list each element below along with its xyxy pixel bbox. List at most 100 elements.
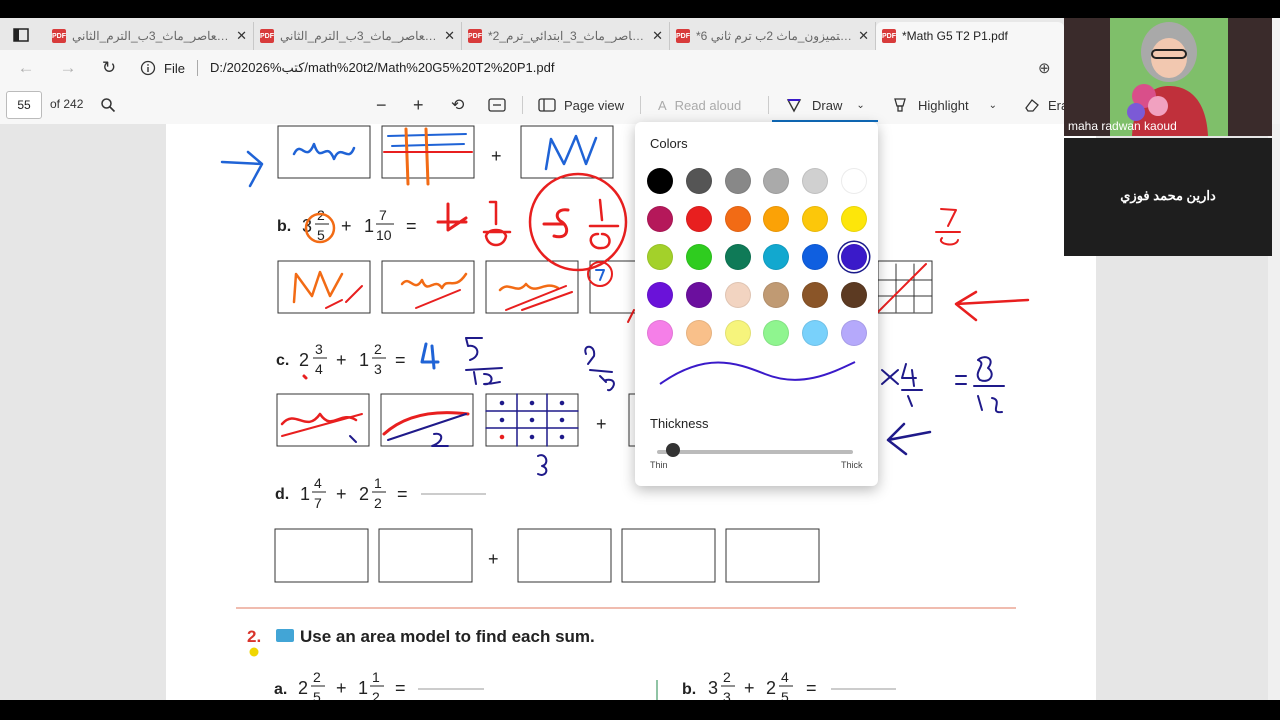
color-swatch[interactable] — [647, 320, 673, 346]
color-swatch[interactable] — [802, 320, 829, 346]
color-swatch[interactable] — [724, 320, 751, 346]
rotate-button[interactable]: ⟲ — [451, 95, 464, 115]
forward-button[interactable]: → — [56, 57, 80, 79]
highlighter-icon — [894, 98, 906, 112]
color-swatch[interactable] — [647, 282, 673, 308]
color-swatch[interactable] — [685, 244, 712, 270]
color-swatch[interactable] — [763, 282, 790, 308]
color-swatch[interactable] — [763, 320, 790, 346]
color-swatch[interactable] — [802, 282, 829, 308]
refresh-button[interactable]: ↻ — [97, 57, 121, 79]
draw-label: Draw — [812, 97, 843, 113]
read-aloud-icon: A — [658, 97, 667, 113]
chevron-down-icon[interactable]: ⌄ — [856, 100, 864, 111]
section-instruction: Use an area model to find each sum. — [300, 627, 595, 646]
equals: = — [806, 678, 817, 698]
color-swatch[interactable] — [840, 206, 867, 232]
page-view-button[interactable]: Page view — [538, 95, 624, 115]
color-swatch[interactable] — [802, 168, 829, 194]
close-icon[interactable]: ✕ — [236, 28, 247, 44]
page-view-icon — [538, 98, 556, 112]
equals: = — [395, 350, 406, 370]
fit-width-button[interactable] — [488, 95, 506, 115]
color-swatch[interactable] — [685, 282, 712, 308]
tab-4[interactable]: PDF *المتميزون_ماث 2ب ترم ثاني 6 ✕ — [670, 22, 876, 50]
color-swatch[interactable] — [840, 282, 867, 308]
color-swatch[interactable] — [763, 206, 790, 232]
zoom-out-button[interactable]: − — [376, 95, 387, 115]
color-swatch[interactable] — [840, 168, 867, 194]
participant-tile-1[interactable]: maha radwan kaoud — [1064, 18, 1272, 136]
read-aloud-button[interactable]: A Read aloud — [658, 95, 741, 115]
plus-icon: + — [413, 94, 424, 115]
color-swatch[interactable] — [724, 244, 751, 270]
color-swatch[interactable] — [763, 244, 790, 270]
swatch-row — [647, 238, 867, 276]
pdf-icon: PDF — [676, 29, 690, 43]
numerator: 2 — [374, 341, 382, 357]
section-number: 2. — [247, 627, 261, 646]
highlight-button[interactable]: Highlight ⌄ — [892, 95, 997, 115]
numerator: 2 — [313, 669, 321, 685]
refresh-icon: ↻ — [101, 58, 117, 77]
color-swatch[interactable] — [840, 244, 867, 270]
pdf-icon: PDF — [260, 29, 274, 43]
whole-number: 2 — [298, 678, 308, 698]
color-swatch[interactable] — [724, 206, 751, 232]
search-icon — [101, 98, 116, 113]
color-swatch[interactable] — [802, 244, 829, 270]
numerator: 7 — [379, 207, 387, 223]
tab-2[interactable]: PDF المعاصر_ماث_3ب_الترم_الثاني ✕ — [254, 22, 462, 50]
model-boxes-row-c — [276, 393, 640, 447]
problem-b: b. 3 2 5 + 1 7 10 = — [277, 207, 417, 243]
whole-number: 2 — [359, 484, 369, 504]
close-icon[interactable]: ✕ — [652, 28, 663, 44]
close-icon[interactable]: ✕ — [858, 28, 869, 44]
participant-tile-2[interactable]: دارين محمد فوزي — [1064, 138, 1272, 256]
tab-actions-button[interactable] — [8, 24, 34, 46]
color-swatch[interactable] — [763, 168, 790, 194]
color-swatch[interactable] — [647, 206, 673, 232]
tab-5-active[interactable]: PDF *Math G5 T2 P1.pdf — [876, 22, 1064, 50]
pdf-icon: PDF — [882, 29, 896, 43]
tab-label: المعاصر_ماث_3ب_الترم_الثاني — [280, 29, 439, 43]
draw-button[interactable]: Draw ⌄ — [786, 95, 865, 115]
thickness-slider-handle[interactable] — [665, 443, 680, 457]
color-swatch[interactable] — [647, 244, 673, 270]
color-swatch[interactable] — [685, 320, 712, 346]
denominator: 5 — [313, 689, 321, 700]
operator: + — [744, 678, 755, 698]
problem-letter: b. — [277, 218, 291, 235]
color-swatch[interactable] — [724, 168, 751, 194]
problem-d: d. 1 4 7 + 2 1 2 = — [275, 475, 486, 511]
page-number-input[interactable]: 55 — [6, 91, 42, 119]
color-swatch[interactable] — [647, 168, 673, 194]
zoom-in-button[interactable]: + — [413, 95, 424, 115]
divider — [640, 96, 641, 114]
equals: = — [406, 216, 417, 236]
chevron-down-icon[interactable]: ⌄ — [989, 100, 997, 111]
address-bar[interactable]: File D:/202026%كتب/math%20t2/Math%20G5%2… — [140, 55, 1060, 81]
numerator: 2 — [723, 669, 731, 685]
whole-number: 2 — [766, 678, 776, 698]
zoom-icon[interactable]: ⊕ — [1038, 59, 1051, 77]
thick-label: Thick — [841, 460, 863, 470]
erase-button[interactable]: Era — [1024, 95, 1068, 115]
color-swatch[interactable] — [685, 168, 712, 194]
search-button[interactable] — [100, 95, 116, 115]
highlight-label: Highlight — [918, 97, 969, 113]
color-swatch[interactable] — [724, 282, 751, 308]
back-button[interactable]: ← — [14, 57, 38, 79]
color-swatch[interactable] — [802, 206, 829, 232]
plus-sign: + — [491, 146, 502, 166]
color-swatch[interactable] — [685, 206, 712, 232]
tab-label: *المعاصر_ماث_3_ابتدائي_ترم_2 — [488, 29, 647, 43]
whole-number: 2 — [299, 350, 309, 370]
thickness-slider[interactable] — [657, 450, 853, 454]
tab-label: المعاصر_ماث_3ب_الترم_الثاني — [72, 29, 231, 43]
tab-1[interactable]: PDF المعاصر_ماث_3ب_الترم_الثاني ✕ — [46, 22, 254, 50]
close-icon[interactable]: ✕ — [444, 28, 455, 44]
tab-3[interactable]: PDF *المعاصر_ماث_3_ابتدائي_ترم_2 ✕ — [462, 22, 670, 50]
color-swatch[interactable] — [840, 320, 867, 346]
numerator: 1 — [372, 669, 380, 685]
